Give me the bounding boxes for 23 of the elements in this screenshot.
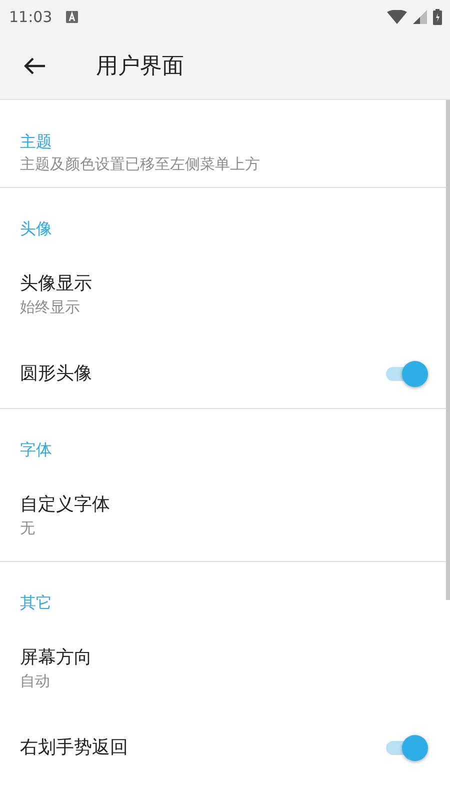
notification-icon (66, 10, 78, 22)
section-header: 其它 (20, 592, 52, 614)
signal-icon (413, 10, 427, 24)
setting-title: 自定义字体 (20, 493, 110, 517)
setting-title: 圆形头像 (20, 362, 92, 386)
battery-icon (433, 8, 442, 24)
setting-value: 无 (20, 518, 35, 539)
section-header: 主题 (20, 131, 52, 153)
back-arrow-icon (24, 57, 46, 75)
section-header: 头像 (20, 218, 52, 240)
setting-value: 自动 (20, 671, 50, 692)
setting-title: 屏幕方向 (20, 646, 92, 670)
setting-item[interactable]: 自定义字体 无 (0, 471, 450, 561)
setting-item[interactable]: 头像显示 始终显示 (0, 250, 450, 340)
status-time: 11:03 (9, 8, 52, 26)
section-summary: 主题及颜色设置已移至左侧菜单上方 (20, 154, 260, 175)
page-title: 用户界面 (96, 53, 184, 81)
section-header: 字体 (20, 439, 52, 461)
setting-item[interactable]: 屏幕方向 自动 (0, 624, 450, 714)
setting-title: 头像显示 (20, 272, 92, 296)
setting-value: 始终显示 (20, 297, 80, 318)
wifi-icon (387, 10, 407, 24)
setting-title: 右划手势返回 (20, 736, 128, 760)
